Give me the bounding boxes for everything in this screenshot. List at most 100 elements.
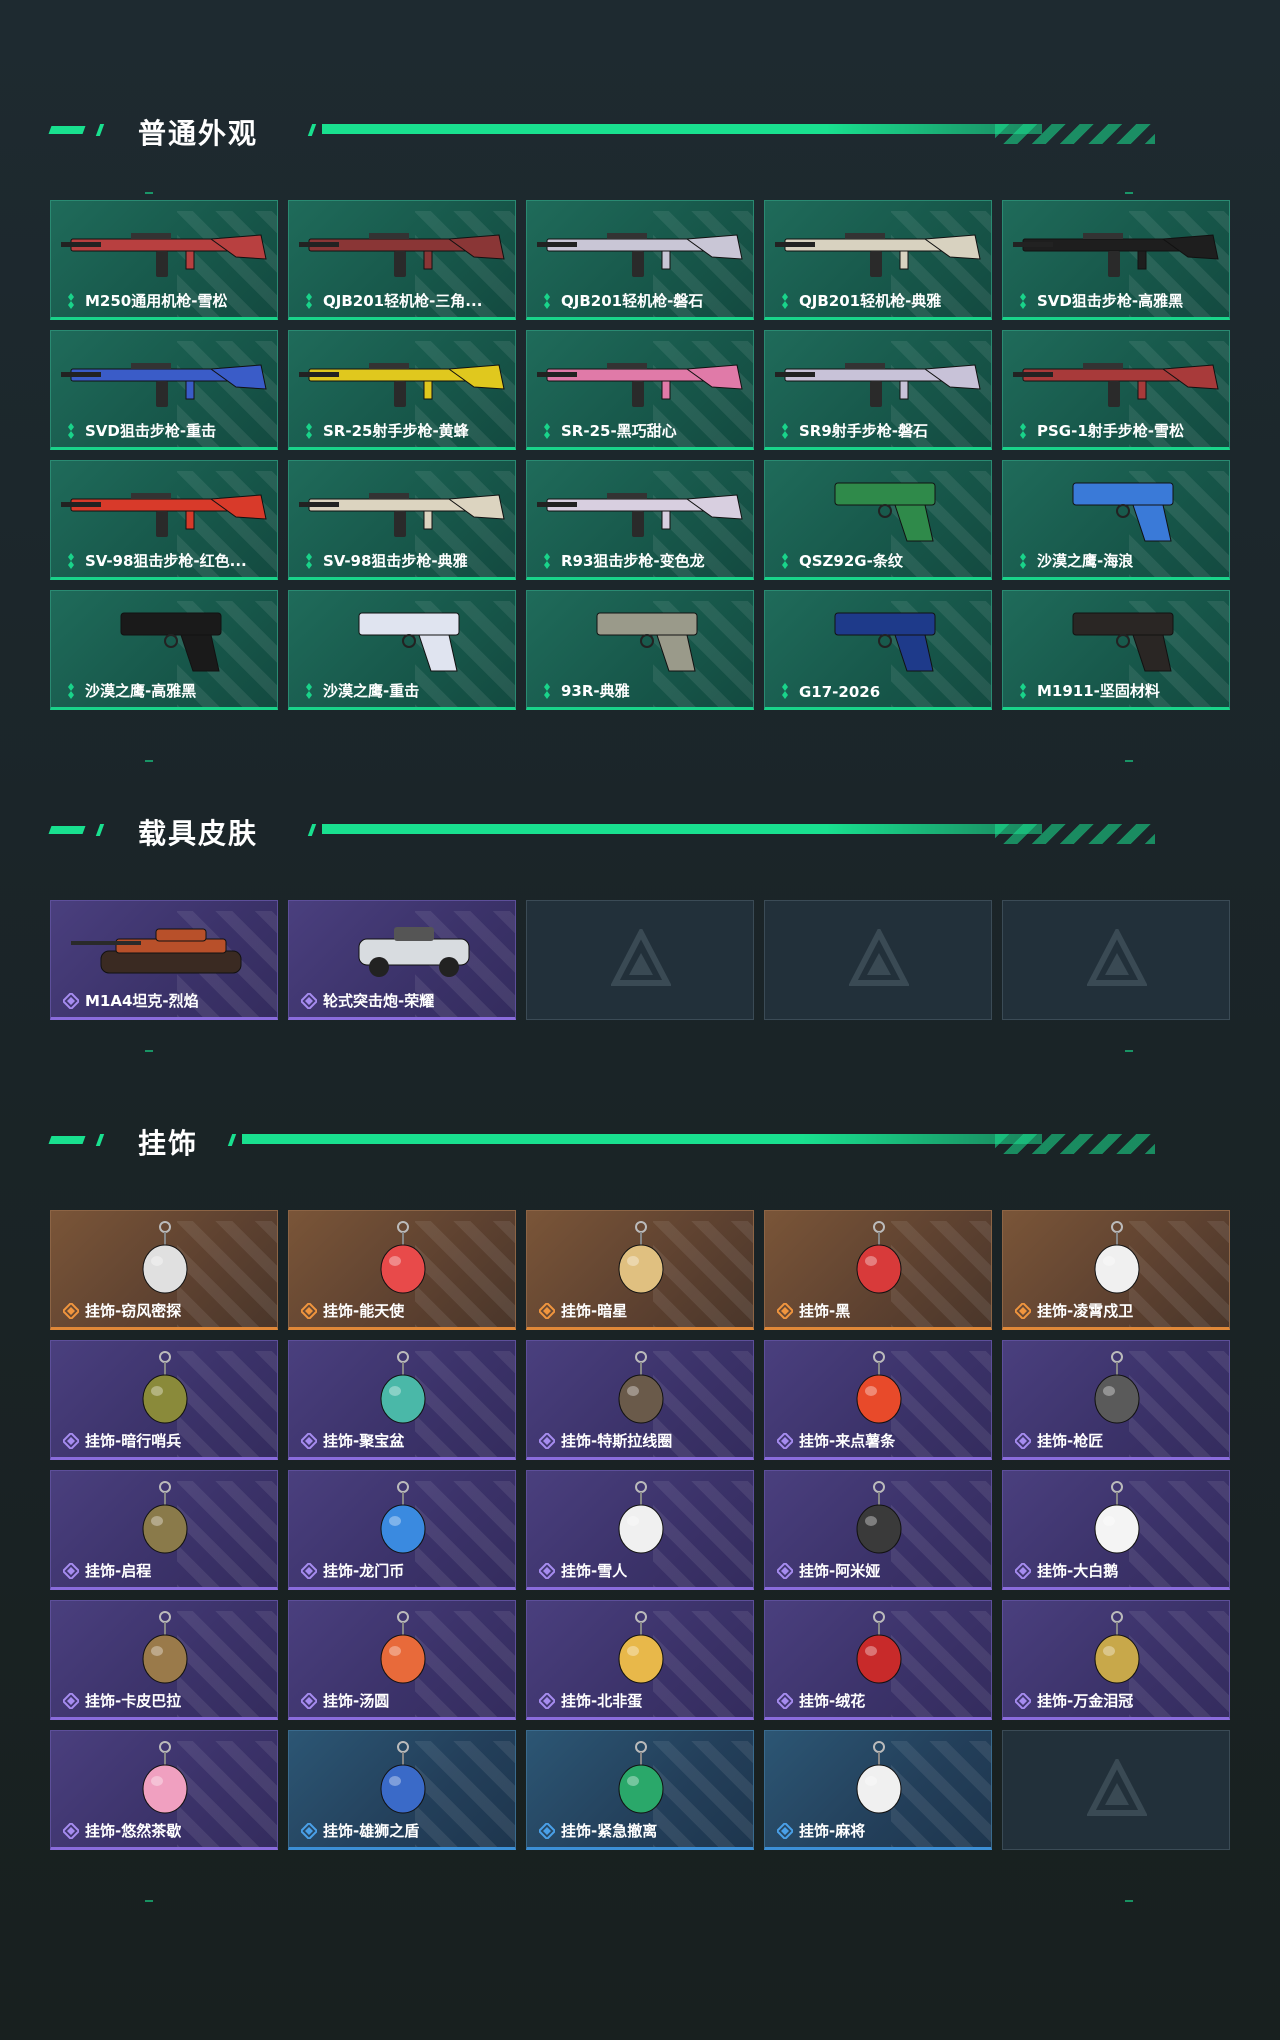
item-label: M250通用机枪-雪松: [85, 292, 228, 310]
pendant-card[interactable]: 挂饰-汤圆: [288, 1600, 516, 1720]
item-label: 挂饰-窃风密探: [85, 1302, 182, 1320]
quality-orange-icon: [301, 1303, 317, 1319]
weapon-skin-card[interactable]: SVD狙击步枪-重击: [50, 330, 278, 450]
header-checker-pattern: [995, 824, 1155, 844]
quality-green-icon: [1020, 553, 1026, 569]
pendant-card[interactable]: 挂饰-凌霄戍卫: [1002, 1210, 1230, 1330]
quality-orange-icon: [777, 1303, 793, 1319]
pendant-card[interactable]: 挂饰-能天使: [288, 1210, 516, 1330]
weapon-skin-card[interactable]: QJB201轻机枪-典雅: [764, 200, 992, 320]
corner-tick: [1125, 1050, 1133, 1052]
weapon-skin-card[interactable]: 沙漠之鹰-高雅黑: [50, 590, 278, 710]
quality-purple-icon: [301, 1433, 317, 1449]
item-label: SVD狙击步枪-重击: [85, 422, 217, 440]
header-checker-pattern: [995, 124, 1155, 144]
pendant-card[interactable]: 挂饰-龙门币: [288, 1470, 516, 1590]
quality-purple-icon: [539, 1433, 555, 1449]
weapon-image: [537, 363, 743, 407]
item-label: SV-98狙击步枪-红色...: [85, 552, 247, 570]
quality-orange-icon: [1015, 1303, 1031, 1319]
weapon-skin-card[interactable]: QJB201轻机枪-三角...: [288, 200, 516, 320]
weapon-skin-card[interactable]: SR-25射手步枪-黄蜂: [288, 330, 516, 450]
pendant-card[interactable]: 挂饰-特斯拉线圈: [526, 1340, 754, 1460]
header-accent-slash: [95, 124, 105, 136]
empty-slot: [1002, 1730, 1230, 1850]
item-label: QJB201轻机枪-磐石: [561, 292, 704, 310]
weapon-skin-card[interactable]: QJB201轻机枪-磐石: [526, 200, 754, 320]
section-header-pendant: 挂饰: [48, 1120, 1200, 1160]
pendant-card[interactable]: 挂饰-雪人: [526, 1470, 754, 1590]
item-label: QJB201轻机枪-典雅: [799, 292, 942, 310]
item-label: 挂饰-汤圆: [323, 1692, 390, 1710]
pendant-card[interactable]: 挂饰-暗星: [526, 1210, 754, 1330]
quality-blue-icon: [539, 1823, 555, 1839]
item-label: 沙漠之鹰-高雅黑: [85, 682, 197, 700]
vehicle-image: [358, 927, 470, 977]
pendant-card[interactable]: 挂饰-阿米娅: [764, 1470, 992, 1590]
weapon-skin-card[interactable]: SV-98狙击步枪-典雅: [288, 460, 516, 580]
pendant-image: [856, 1611, 902, 1684]
vehicle-skin-grid: M1A4坦克-烈焰 轮式突击炮-荣耀: [50, 900, 1230, 1020]
corner-tick: [145, 760, 153, 762]
quality-purple-icon: [301, 1563, 317, 1579]
quality-green-icon: [68, 293, 74, 309]
item-label: 挂饰-悠然茶歇: [85, 1822, 182, 1840]
pendant-card[interactable]: 挂饰-聚宝盆: [288, 1340, 516, 1460]
item-label: SR-25-黑巧甜心: [561, 422, 677, 440]
pendant-card[interactable]: 挂饰-枪匠: [1002, 1340, 1230, 1460]
pendant-card[interactable]: 挂饰-窃风密探: [50, 1210, 278, 1330]
section-header-vehicle: 载具皮肤: [48, 810, 1200, 850]
pendant-card[interactable]: 挂饰-大白鹅: [1002, 1470, 1230, 1590]
weapon-skin-card[interactable]: SV-98狙击步枪-红色...: [50, 460, 278, 580]
quality-green-icon: [544, 293, 550, 309]
pendant-card[interactable]: 挂饰-黑: [764, 1210, 992, 1330]
weapon-skin-card[interactable]: QSZ92G-条纹: [764, 460, 992, 580]
weapon-image: [775, 363, 981, 407]
placeholder-logo-icon: [1087, 1759, 1147, 1816]
pendant-image: [1094, 1611, 1140, 1684]
vehicle-skin-card[interactable]: 轮式突击炮-荣耀: [288, 900, 516, 1020]
item-label: 挂饰-能天使: [323, 1302, 405, 1320]
pendant-grid: 挂饰-窃风密探 挂饰-能天使 挂饰-暗星 挂饰-黑 挂饰-凌霄戍卫挂饰-暗行哨兵 挂饰-聚…: [50, 1210, 1230, 1850]
section-title: 挂饰: [138, 1127, 199, 1160]
weapon-image: [1013, 233, 1219, 277]
weapon-skin-card[interactable]: SVD狙击步枪-高雅黑: [1002, 200, 1230, 320]
pendant-card[interactable]: 挂饰-紧急撤离: [526, 1730, 754, 1850]
quality-green-icon: [782, 553, 788, 569]
item-label: 挂饰-绒花: [799, 1692, 866, 1710]
item-label: SR9射手步枪-磐石: [799, 422, 929, 440]
quality-green-icon: [1020, 423, 1026, 439]
quality-blue-icon: [777, 1823, 793, 1839]
weapon-skin-card[interactable]: PSG-1射手步枪-雪松: [1002, 330, 1230, 450]
pendant-image: [380, 1351, 426, 1424]
weapon-skin-card[interactable]: 沙漠之鹰-重击: [288, 590, 516, 710]
section-title: 载具皮肤: [138, 817, 259, 850]
quality-purple-icon: [1015, 1563, 1031, 1579]
weapon-skin-card[interactable]: 沙漠之鹰-海浪: [1002, 460, 1230, 580]
pendant-card[interactable]: 挂饰-暗行哨兵: [50, 1340, 278, 1460]
weapon-skin-card[interactable]: SR9射手步枪-磐石: [764, 330, 992, 450]
pendant-card[interactable]: 挂饰-启程: [50, 1470, 278, 1590]
pendant-card[interactable]: 挂饰-绒花: [764, 1600, 992, 1720]
header-progress-bar: [322, 824, 1042, 834]
weapon-skin-card[interactable]: R93狙击步枪-变色龙: [526, 460, 754, 580]
weapon-skin-card[interactable]: SR-25-黑巧甜心: [526, 330, 754, 450]
weapon-skin-card[interactable]: M250通用机枪-雪松: [50, 200, 278, 320]
quality-green-icon: [544, 553, 550, 569]
pendant-card[interactable]: 挂饰-万金泪冠: [1002, 1600, 1230, 1720]
pendant-card[interactable]: 挂饰-雄狮之盾: [288, 1730, 516, 1850]
weapon-skin-card[interactable]: M1911-坚固材料: [1002, 590, 1230, 710]
header-accent-slash: [227, 1134, 237, 1146]
pendant-card[interactable]: 挂饰-北非蛋: [526, 1600, 754, 1720]
header-progress-bar: [322, 124, 1042, 134]
pendant-card[interactable]: 挂饰-卡皮巴拉: [50, 1600, 278, 1720]
quality-purple-icon: [63, 1693, 79, 1709]
pendant-card[interactable]: 挂饰-麻将: [764, 1730, 992, 1850]
corner-tick: [145, 1900, 153, 1902]
weapon-skin-card[interactable]: 93R-典雅: [526, 590, 754, 710]
pendant-card[interactable]: 挂饰-悠然茶歇: [50, 1730, 278, 1850]
pendant-card[interactable]: 挂饰-来点薯条: [764, 1340, 992, 1460]
vehicle-skin-card[interactable]: M1A4坦克-烈焰: [50, 900, 278, 1020]
section-header-normal: 普通外观: [48, 110, 1200, 150]
weapon-skin-card[interactable]: G17-2026: [764, 590, 992, 710]
